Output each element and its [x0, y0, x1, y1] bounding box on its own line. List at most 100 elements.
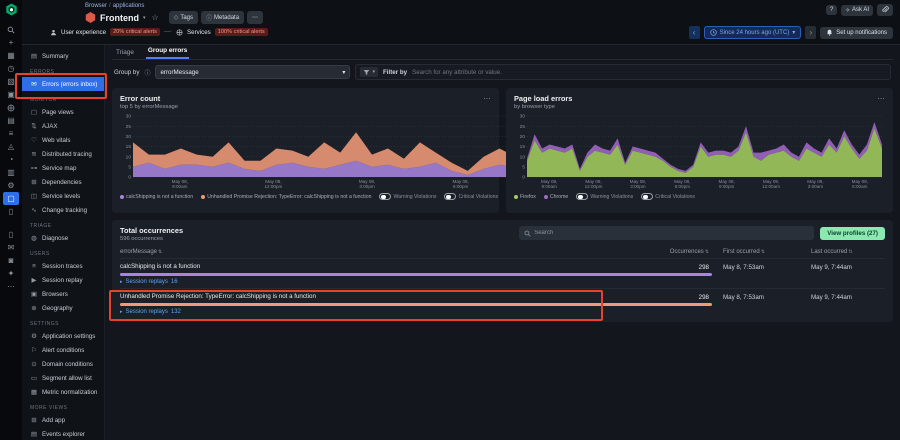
- legend-item[interactable]: Chrome: [544, 194, 568, 200]
- sidebar-item-web-vitals[interactable]: ♡Web vitals: [22, 133, 104, 147]
- sidebar-item-geography[interactable]: ⊕Geography: [22, 301, 104, 315]
- sidebar-item-alert-conditions[interactable]: ⚐Alert conditions: [22, 343, 104, 357]
- security-icon[interactable]: ◙: [3, 254, 19, 267]
- sidebar-item-distributed-tracing[interactable]: ≋Distributed tracing: [22, 147, 104, 161]
- add-icon[interactable]: +: [3, 36, 19, 49]
- legend-item[interactable]: Firefox: [514, 194, 536, 200]
- toggle-critical-violations[interactable]: Critical Violations: [444, 193, 498, 200]
- breadcrumb-page[interactable]: applications: [113, 3, 145, 9]
- more-icon[interactable]: ⋯: [3, 280, 19, 293]
- time-picker[interactable]: Since 24 hours ago (UTC) ▾: [704, 26, 802, 39]
- chart-menu-button[interactable]: …: [877, 94, 885, 100]
- chart-menu-button[interactable]: …: [483, 94, 491, 100]
- session-replays-link[interactable]: ▸Session replays16: [120, 279, 649, 285]
- table-row[interactable]: Unhandled Promise Rejection: TypeError: …: [120, 288, 885, 318]
- error-message[interactable]: calcShipping is not a function: [120, 263, 649, 270]
- sidebar-item-add-app[interactable]: ⊞Add app: [22, 413, 104, 427]
- chart-legend: calcShipping is not a function Unhandled …: [120, 193, 491, 200]
- sidebar-item-events-explorer[interactable]: ▤Events explorer: [22, 427, 104, 440]
- sidebar-item-domain-conditions[interactable]: ⊙Domain conditions: [22, 357, 104, 371]
- ai-icon[interactable]: ✦: [3, 267, 19, 280]
- services-alert-badge[interactable]: 100% critical alerts: [215, 28, 268, 36]
- svg-text:0: 0: [522, 175, 525, 181]
- favorite-star-icon[interactable]: ☆: [152, 13, 159, 22]
- tab-group-errors[interactable]: Group errors: [146, 47, 189, 59]
- search-icon[interactable]: [3, 23, 19, 36]
- group-by-select[interactable]: errorMessage ▾: [155, 65, 350, 79]
- browser-monitoring-icon[interactable]: ▢: [3, 192, 19, 205]
- traces-icon[interactable]: ≡: [3, 127, 19, 140]
- permalink-button[interactable]: [877, 4, 893, 16]
- table-search-input[interactable]: [534, 230, 809, 236]
- dashboards-icon[interactable]: ▧: [3, 75, 19, 88]
- logs-icon[interactable]: ▤: [3, 114, 19, 127]
- sidebar-item-service-levels[interactable]: ◫Service levels: [22, 189, 104, 203]
- title-more-button[interactable]: ⋯: [247, 11, 263, 24]
- info-icon[interactable]: ⓘ: [144, 68, 150, 77]
- time-prev-button[interactable]: ‹: [689, 26, 700, 39]
- title-caret-icon[interactable]: ▾: [143, 15, 146, 21]
- recents-icon[interactable]: ◷: [3, 62, 19, 75]
- tags-button[interactable]: ◇Tags: [169, 11, 198, 24]
- breadcrumb-root[interactable]: Browser: [85, 3, 107, 9]
- chart-card-page-load-errors: Page load errorsby browser type…05101520…: [506, 88, 893, 213]
- toggle-switch-icon[interactable]: [444, 193, 456, 200]
- legend-item[interactable]: calcShipping is not a function: [120, 194, 193, 200]
- mobile-monitoring-icon[interactable]: ▯: [3, 205, 19, 218]
- sidebar-item-browsers[interactable]: ▣Browsers: [22, 287, 104, 301]
- set-up-notifications-button[interactable]: Set up notifications: [820, 27, 893, 39]
- column-error-message[interactable]: errorMessage⇅: [120, 249, 649, 255]
- column-last-occurred[interactable]: Last occurred⇅: [797, 249, 885, 255]
- error-message[interactable]: Unhandled Promise Rejection: TypeError: …: [120, 293, 649, 300]
- toggle-critical-violations[interactable]: Critical Violations: [641, 193, 695, 200]
- user-experience-label[interactable]: User experience: [61, 29, 106, 36]
- device-icon[interactable]: ▯: [3, 228, 19, 241]
- funnel-icon: [363, 69, 370, 76]
- sidebar-item-session-replay[interactable]: ▶Session replay: [22, 273, 104, 287]
- toggle-switch-icon[interactable]: [379, 193, 391, 200]
- table-row[interactable]: calcShipping is not a function ▸Session r…: [120, 258, 885, 288]
- toggle-switch-icon[interactable]: [576, 193, 588, 200]
- sidebar-item-metric-normalization[interactable]: ▦Metric normalization: [22, 385, 104, 399]
- ask-ai-button[interactable]: ✧ Ask AI: [841, 5, 873, 16]
- filter-search-input[interactable]: [412, 69, 886, 76]
- sidebar-item-dependencies[interactable]: ⊞Dependencies: [22, 175, 104, 189]
- sidebar-item-errors-inbox[interactable]: ✉Errors (errors inbox): [22, 77, 104, 91]
- inbox-icon[interactable]: ✉: [3, 241, 19, 254]
- user-experience-alert-badge[interactable]: 20% critical alerts: [110, 28, 160, 36]
- filter-funnel-button[interactable]: ▾: [360, 67, 378, 77]
- sidebar-item-session-traces[interactable]: ≡Session traces: [22, 259, 104, 273]
- workloads-icon[interactable]: ◬: [3, 140, 19, 153]
- toggle-warning-violations[interactable]: Warning Violations: [379, 193, 436, 200]
- sidebar-item-summary[interactable]: ▤Summary: [22, 49, 104, 63]
- sidebar-item-service-map[interactable]: ⊶Service map: [22, 161, 104, 175]
- explorer-icon[interactable]: [3, 101, 19, 114]
- column-occurrences[interactable]: Occurrences⇅: [649, 249, 709, 255]
- add-app-icon: ⊞: [30, 416, 38, 424]
- legend-item[interactable]: Unhandled Promise Rejection: TypeError: …: [201, 194, 371, 200]
- session-replays-link[interactable]: ▸Session replays132: [120, 309, 649, 315]
- alerts-icon[interactable]: ◔: [3, 153, 19, 166]
- overview-icon[interactable]: ▦: [3, 49, 19, 62]
- toggle-warning-violations[interactable]: Warning Violations: [576, 193, 633, 200]
- sidebar-item-application-settings[interactable]: ⚙Application settings: [22, 329, 104, 343]
- view-profiles-button[interactable]: View profiles (27): [820, 227, 885, 240]
- entities-icon[interactable]: ▥: [3, 166, 19, 179]
- browse-data-icon[interactable]: ▣: [3, 88, 19, 101]
- sidebar-item-change-tracking[interactable]: ∿Change tracking: [22, 203, 104, 217]
- sidebar-item-diagnose[interactable]: ◍Diagnose: [22, 231, 104, 245]
- time-next-button[interactable]: ›: [805, 26, 816, 39]
- sidebar-item-segment-allow-list[interactable]: ▭Segment allow list: [22, 371, 104, 385]
- help-button[interactable]: ?: [826, 5, 837, 15]
- metadata-button[interactable]: ⓘMetadata: [201, 11, 244, 24]
- toggle-switch-icon[interactable]: [641, 193, 653, 200]
- occurrence-bar: [120, 303, 712, 306]
- settings-icon[interactable]: ⚙: [3, 179, 19, 192]
- column-first-occurred[interactable]: First occurred⇅: [709, 249, 797, 255]
- sidebar-item-ajax[interactable]: ⇅AJAX: [22, 119, 104, 133]
- sidebar-item-page-views[interactable]: ▢Page views: [22, 105, 104, 119]
- sort-icon: ⇅: [761, 249, 765, 255]
- services-label[interactable]: Services: [187, 29, 211, 36]
- tab-triage[interactable]: Triage: [114, 49, 136, 59]
- new-relic-logo-icon[interactable]: [5, 3, 18, 16]
